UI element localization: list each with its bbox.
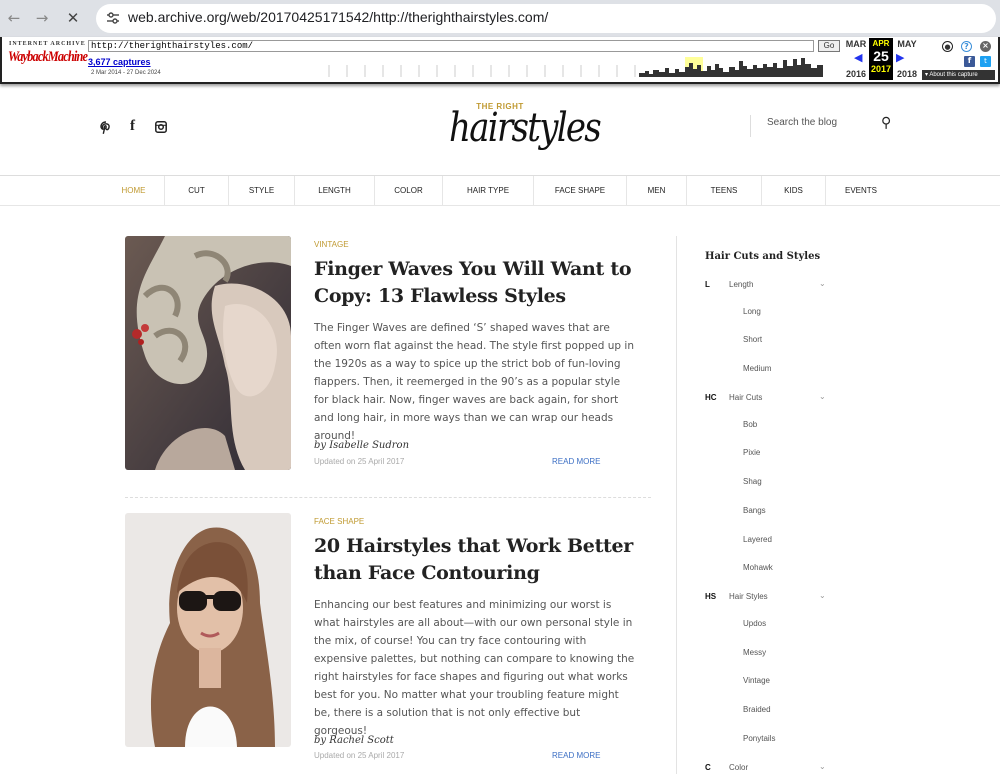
next-year-label[interactable]: 2018 [894,69,920,79]
site-header: f THE RIGHT hairstyles ⚲ [0,84,1000,176]
post-card: FACE SHAPE 20 Hairstyles that Work Bette… [125,513,651,760]
post-excerpt: The Finger Waves are defined ‘S’ shaped … [314,322,634,442]
nav-teens[interactable]: TEENS [687,176,762,206]
post-updated: Updated on 25 April 2017 [314,751,405,760]
sidebar-link-braided[interactable]: Braided [743,705,771,714]
facebook-icon[interactable]: f [130,118,135,135]
nav-men[interactable]: MEN [627,176,687,206]
post-category[interactable]: VINTAGE [314,240,349,249]
group-abbr: HC [705,393,717,402]
group-label[interactable]: Length [729,280,753,289]
chevron-down-icon[interactable]: ⌄ [819,392,826,401]
twitter-share-icon[interactable]: t [980,56,991,67]
captures-link[interactable]: 3,677 captures [88,57,151,67]
nav-cut[interactable]: CUT [165,176,229,206]
post-author[interactable]: by Rachel Scott [314,735,394,746]
post-updated: Updated on 25 April 2017 [314,457,405,466]
group-abbr: C [705,763,711,772]
site-logo[interactable]: THE RIGHT hairstyles [440,102,602,151]
post-excerpt: Enhancing our best features and minimizi… [314,599,635,737]
address-url[interactable]: web.archive.org/web/20170425171542/http:… [128,9,548,25]
sidebar-link-bob[interactable]: Bob [743,420,757,429]
wayback-url-input[interactable]: http://therighthairstyles.com/ [88,40,814,52]
back-icon[interactable]: ← [2,6,26,30]
read-more-link[interactable]: READ MORE [552,457,600,466]
prev-year-label[interactable]: 2016 [843,69,869,79]
sidebar: Hair Cuts and Styles L Length ⌄ Long Sho… [705,251,835,772]
next-capture-icon[interactable]: ▶ [896,51,904,64]
nav-kids[interactable]: KIDS [762,176,826,206]
sidebar-link-ponytails[interactable]: Ponytails [743,734,775,743]
group-label[interactable]: Color [729,763,748,772]
sidebar-link-bangs[interactable]: Bangs [743,506,766,515]
nav-events[interactable]: EVENTS [826,176,896,206]
site-settings-icon[interactable] [105,10,121,26]
current-month: APR [872,39,890,48]
post-title[interactable]: 20 Hairstyles that Work Better than Face… [314,533,644,587]
sidebar-link-pixie[interactable]: Pixie [743,448,760,457]
sidebar-link-vintage[interactable]: Vintage [743,676,770,685]
post-thumbnail[interactable] [125,513,291,747]
nav-length[interactable]: LENGTH [295,176,375,206]
sidebar-heading: Hair Cuts and Styles [705,251,821,262]
close-toolbar-icon[interactable]: × [980,41,991,52]
current-year: 2017 [870,64,892,74]
pinterest-icon[interactable] [100,121,112,135]
sidebar-divider [676,236,677,774]
sidebar-link-layered[interactable]: Layered [743,535,772,544]
search-box: ⚲ [750,115,898,137]
prev-month-label[interactable]: MAR [843,39,869,49]
current-capture-date: APR 25 2017 [869,38,893,80]
sidebar-link-updos[interactable]: Updos [743,619,766,628]
stop-loading-icon[interactable]: ✕ [61,6,85,30]
instagram-icon[interactable] [155,121,167,133]
go-button[interactable]: Go [818,40,840,52]
forward-icon[interactable]: → [30,6,54,30]
capture-range: 2 Mar 2014 - 27 Dec 2024 [91,70,161,76]
logo-wordmark: hairstyles [449,105,602,151]
sidebar-link-shag[interactable]: Shag [743,477,762,486]
post-divider [125,497,651,498]
post-card: VINTAGE Finger Waves You Will Want to Co… [125,236,651,476]
main-nav: HOME CUT STYLE LENGTH COLOR HAIR TYPE FA… [0,176,1000,206]
current-day: 25 [873,48,889,64]
group-abbr: HS [705,592,717,601]
about-capture-button[interactable]: ▾ About this capture [922,70,995,80]
sidebar-link-mohawk[interactable]: Mohawk [743,563,773,572]
next-month-label[interactable]: MAY [894,39,920,49]
help-icon[interactable]: ? [961,41,972,52]
address-bar[interactable]: web.archive.org/web/20170425171542/http:… [96,4,996,33]
prev-capture-icon[interactable]: ◀ [854,51,862,64]
internet-archive-label: INTERNET ARCHIVE [9,41,86,47]
sidebar-link-messy[interactable]: Messy [743,648,766,657]
nav-style[interactable]: STYLE [229,176,295,206]
chevron-down-icon[interactable]: ⌄ [819,762,826,771]
search-icon[interactable]: ⚲ [881,115,891,131]
sidebar-link-long[interactable]: Long [743,307,761,316]
post-title[interactable]: Finger Waves You Will Want to Copy: 13 F… [314,256,644,310]
nav-color[interactable]: COLOR [375,176,443,206]
post-thumbnail[interactable] [125,236,291,470]
account-icon[interactable]: ● [942,41,953,52]
chevron-down-icon[interactable]: ⌄ [819,591,826,600]
nav-hair-type[interactable]: HAIR TYPE [443,176,534,206]
group-label[interactable]: Hair Cuts [729,393,762,402]
post-author[interactable]: by Isabelle Sudron [314,440,409,451]
nav-home[interactable]: HOME [103,176,165,206]
nav-face-shape[interactable]: FACE SHAPE [534,176,627,206]
sidebar-link-short[interactable]: Short [743,335,762,344]
group-label[interactable]: Hair Styles [729,592,768,601]
post-category[interactable]: FACE SHAPE [314,517,364,526]
facebook-share-icon[interactable]: f [964,56,975,67]
wayback-toolbar: INTERNET ARCHIVE WaybackMachine http://t… [0,37,1000,84]
search-input[interactable] [767,117,867,128]
wayback-logo[interactable]: WaybackMachine [8,49,88,66]
sidebar-link-medium[interactable]: Medium [743,364,771,373]
read-more-link[interactable]: READ MORE [552,751,600,760]
browser-toolbar: ← → ✕ web.archive.org/web/20170425171542… [0,0,1000,37]
chevron-down-icon[interactable]: ⌄ [819,279,826,288]
group-abbr: L [705,280,710,289]
capture-sparkline[interactable] [327,55,839,77]
